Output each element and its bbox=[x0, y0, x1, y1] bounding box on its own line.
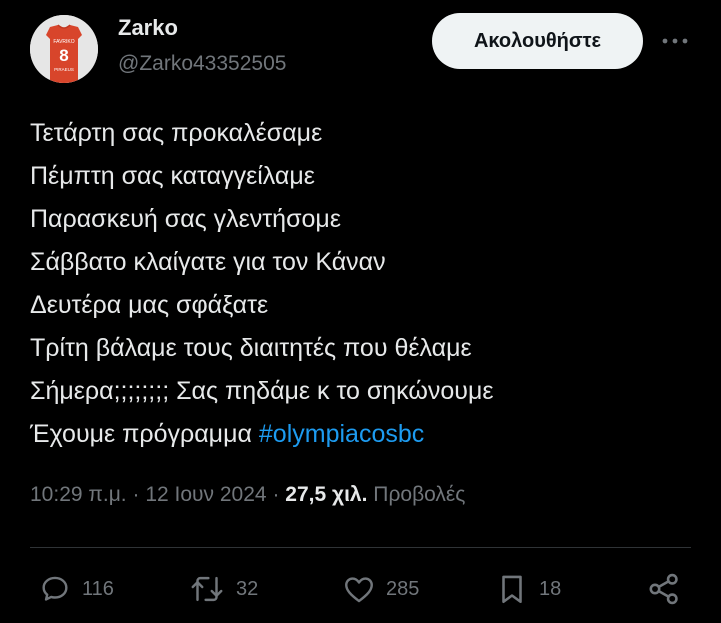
more-icon bbox=[662, 38, 688, 44]
avatar[interactable]: FAVRIKO 8 PIRAEUS bbox=[30, 15, 98, 83]
tweet-line: Δευτέρα μας σφάξατε bbox=[30, 291, 269, 319]
heart-icon bbox=[345, 577, 373, 603]
reply-count: 116 bbox=[82, 577, 114, 600]
bookmark-count: 18 bbox=[539, 577, 562, 600]
tweet-line: Σάββατο κλαίγατε για τον Κάναν bbox=[30, 248, 386, 276]
retweet-button[interactable]: 32 bbox=[188, 569, 258, 609]
share-icon bbox=[649, 573, 678, 605]
tweet-line: Τρίτη βάλαμε τους διαιτητές που θέλαμε bbox=[30, 334, 472, 362]
bookmark-icon bbox=[502, 575, 522, 604]
jersey-icon: FAVRIKO 8 PIRAEUS bbox=[30, 15, 98, 83]
jersey-number: 8 bbox=[59, 46, 68, 65]
bookmark-button[interactable]: 18 bbox=[495, 569, 561, 609]
tweet-line: Πέμπτη σας καταγγείλαμε bbox=[30, 162, 315, 190]
retweet-icon bbox=[191, 576, 223, 602]
author-name[interactable]: Zarko bbox=[118, 15, 178, 41]
tweet-date[interactable]: 12 Ιουν 2024 bbox=[145, 483, 266, 506]
meta-separator: · bbox=[132, 483, 140, 506]
svg-text:PIRAEUS: PIRAEUS bbox=[54, 67, 74, 72]
more-options-button[interactable] bbox=[660, 28, 690, 54]
svg-text:FAVRIKO: FAVRIKO bbox=[53, 39, 74, 45]
meta-separator: · bbox=[272, 483, 280, 506]
follow-button[interactable]: Ακολουθήστε bbox=[432, 13, 643, 69]
hashtag-link[interactable]: #olympiacosbc bbox=[259, 420, 424, 448]
author-handle[interactable]: @Zarko43352505 bbox=[118, 52, 286, 76]
tweet-meta: 10:29 π.μ. · 12 Ιουν 2024 · 27,5 χιλ. Πρ… bbox=[30, 483, 465, 507]
tweet-line: Σήμερα;;;;;;;; Σας πηδάμε κ το σηκώνουμε bbox=[30, 377, 494, 405]
tweet-line: Τετάρτη σας προκαλέσαμε bbox=[30, 119, 323, 147]
views-label: Προβολές bbox=[373, 483, 466, 506]
divider bbox=[30, 547, 691, 548]
like-button[interactable]: 285 bbox=[342, 569, 419, 609]
like-count: 285 bbox=[386, 577, 420, 600]
tweet-time[interactable]: 10:29 π.μ. bbox=[30, 483, 127, 506]
reply-button[interactable]: 116 bbox=[38, 569, 114, 609]
views-count: 27,5 χιλ. bbox=[285, 483, 368, 506]
tweet-line: Παρασκευή σας γλεντήσομε bbox=[30, 205, 341, 233]
retweet-count: 32 bbox=[236, 577, 259, 600]
reply-icon bbox=[42, 576, 68, 601]
tweet-line-last: Έχουμε πρόγραμμα #olympiacosbc bbox=[30, 413, 494, 456]
tweet-text: Τετάρτη σας προκαλέσαμε Πέμπτη σας καταγγ… bbox=[30, 112, 494, 456]
tweet-line-text: Έχουμε πρόγραμμα bbox=[30, 420, 259, 448]
share-button[interactable] bbox=[646, 569, 682, 609]
